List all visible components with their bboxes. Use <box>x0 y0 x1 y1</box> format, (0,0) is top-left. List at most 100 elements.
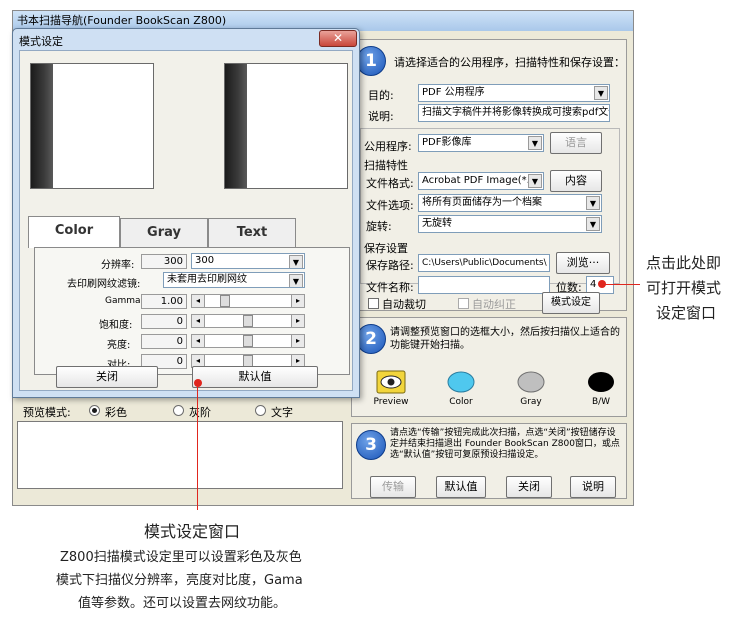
file-name-field[interactable] <box>418 276 550 294</box>
gray-icon <box>517 371 545 393</box>
chevron-left-icon[interactable]: ◂ <box>192 335 205 347</box>
callout-dot-dialog <box>194 379 202 387</box>
descreen-label: 去印刷网纹滤镜: <box>67 279 141 290</box>
language-button[interactable]: 语言 <box>550 132 602 154</box>
preview-mode-gray-label: 灰阶 <box>189 406 211 419</box>
color-tab-panel: 分辨率: 300 300 去印刷网纹滤镜: 未套用去印刷网纹 Gamma: 1.… <box>34 247 350 375</box>
preview-mode-text-label: 文字 <box>271 406 293 419</box>
gamma-value: 1.00 <box>141 294 187 309</box>
chevron-left-icon[interactable]: ◂ <box>192 315 205 327</box>
callout-right-line1: 点击此处即 <box>646 254 722 272</box>
mode-settings-dialog: 模式设定 ✕ Color Gray Text 分辨率: 300 300 去印刷网… <box>12 28 360 398</box>
step3-text: 请点选“传输”按钮完成此次扫描，点选“关闭”按钮储存设定并结束扫描退出 Foun… <box>390 428 620 460</box>
step3-section: 3 请点选“传输”按钮完成此次扫描，点选“关闭”按钮储存设定并结束扫描退出 Fo… <box>351 423 627 499</box>
gamma-slider-thumb[interactable] <box>220 295 230 307</box>
file-options-label: 文件选项: <box>366 199 414 212</box>
gamma-label: Gamma: <box>105 296 144 306</box>
help-button[interactable]: 说明 <box>570 476 616 498</box>
dialog-client-area: Color Gray Text 分辨率: 300 300 去印刷网纹滤镜: 未套… <box>19 50 353 391</box>
resolution-select[interactable]: 300 <box>191 253 305 269</box>
caption-line-1: Z800扫描模式设定里可以设置彩色及灰色 <box>60 550 302 565</box>
chevron-right-icon[interactable]: ▸ <box>291 295 304 307</box>
brightness-slider[interactable]: ◂ ▸ <box>191 334 305 348</box>
brightness-slider-thumb[interactable] <box>243 335 253 347</box>
resolution-readout: 300 <box>141 254 187 269</box>
bw-icon <box>588 372 614 392</box>
step1-heading: 请选择适合的公用程序，扫描特性和保存设置： <box>394 56 625 69</box>
bw-scan-label: B/W <box>591 397 611 407</box>
preview-mode-color-label: 彩色 <box>105 406 127 419</box>
step1-circle: 1 <box>356 46 386 76</box>
format-select[interactable]: Acrobat PDF Image(*.p <box>418 172 544 190</box>
preview-mode-color-radio[interactable] <box>89 405 100 416</box>
eye-icon <box>376 370 406 394</box>
step1-section: 1 请选择适合的公用程序，扫描特性和保存设置： 目的: PDF 公用程序 说明:… <box>351 39 627 314</box>
tab-color[interactable]: Color <box>28 216 120 248</box>
saturation-slider[interactable]: ◂ ▸ <box>191 314 305 328</box>
caption-line-2: 模式下扫描仪分辨率，亮度对比度，Gama <box>56 573 303 588</box>
callout-line-right <box>604 284 640 285</box>
dialog-title: 模式设定 <box>19 35 63 48</box>
caption-line-3: 值等参数。还可以设置去网纹功能。 <box>78 596 287 611</box>
gray-scan-button[interactable]: Gray <box>510 370 552 407</box>
tab-gray[interactable]: Gray <box>120 218 208 248</box>
preview-mode-label: 预览模式: <box>23 406 71 419</box>
saturation-value: 0 <box>141 314 187 329</box>
mode-settings-button[interactable]: 模式设定 <box>542 292 600 314</box>
browse-button[interactable]: 浏览··· <box>556 252 610 274</box>
autocorrect-label: 自动纠正 <box>472 298 516 311</box>
step2-circle: 2 <box>356 324 386 354</box>
tab-text[interactable]: Text <box>208 218 296 248</box>
file-name-label: 文件名称: <box>366 281 414 294</box>
color-icon <box>447 371 475 393</box>
preview-scan-label: Preview <box>373 397 409 407</box>
save-settings-label: 保存设置 <box>364 242 408 255</box>
format-label: 文件格式: <box>366 177 414 190</box>
chevron-right-icon[interactable]: ▸ <box>291 335 304 347</box>
purpose-select[interactable]: PDF 公用程序 <box>418 84 610 102</box>
transfer-button[interactable]: 传输 <box>370 476 416 498</box>
gamma-slider[interactable]: ◂ ▸ <box>191 294 305 308</box>
color-scan-button[interactable]: Color <box>440 370 482 407</box>
brightness-label: 亮度: <box>107 340 131 351</box>
autocorrect-checkbox[interactable] <box>458 298 469 309</box>
close-button-main[interactable]: 关闭 <box>506 476 552 498</box>
preview-thumbnail-right <box>224 63 348 189</box>
caption-title: 模式设定窗口 <box>144 522 241 541</box>
step2-text: 请调整预览窗口的选框大小，然后按扫描仪上适合的功能键开始扫描。 <box>390 327 620 351</box>
saturation-label: 饱和度: <box>99 320 133 331</box>
autocrop-checkbox[interactable] <box>368 298 379 309</box>
close-icon: ✕ <box>332 31 344 45</box>
callout-right-line3: 设定窗口 <box>656 304 717 322</box>
chevron-right-icon[interactable]: ▸ <box>291 315 304 327</box>
preview-area[interactable] <box>17 421 343 489</box>
file-options-select[interactable]: 将所有页面储存为一个档案 <box>418 194 602 212</box>
description-label: 说明: <box>368 110 394 123</box>
description-field: 扫描文字稿件并将影像转换成可搜索pdf文件 <box>418 104 610 122</box>
color-scan-label: Color <box>449 397 473 407</box>
default-button-main[interactable]: 默认值 <box>436 476 486 498</box>
app-label: 公用程序: <box>364 140 412 153</box>
save-path-label: 保存路径: <box>366 259 414 272</box>
saturation-slider-thumb[interactable] <box>243 315 253 327</box>
callout-right-line2: 可打开模式 <box>646 279 722 297</box>
dialog-close-button[interactable]: ✕ <box>319 30 357 47</box>
preview-scan-button[interactable]: Preview <box>370 370 412 407</box>
descreen-select[interactable]: 未套用去印刷网纹 <box>163 272 305 288</box>
dialog-close-action-button[interactable]: 关闭 <box>56 366 158 388</box>
bw-scan-button[interactable]: B/W <box>580 370 622 407</box>
brightness-value: 0 <box>141 334 187 349</box>
app-select[interactable]: PDF影像库 <box>418 134 544 152</box>
step3-circle: 3 <box>356 430 386 460</box>
save-path-field[interactable]: C:\Users\Public\Documents\ <box>418 254 550 272</box>
gray-scan-label: Gray <box>520 397 542 407</box>
rotate-select[interactable]: 无旋转 <box>418 215 602 233</box>
content-button[interactable]: 内容 <box>550 170 602 192</box>
resolution-label: 分辨率: <box>101 260 135 271</box>
autocrop-label: 自动裁切 <box>382 298 426 311</box>
dialog-default-button[interactable]: 默认值 <box>192 366 318 388</box>
preview-mode-gray-radio[interactable] <box>173 405 184 416</box>
preview-mode-text-radio[interactable] <box>255 405 266 416</box>
chevron-left-icon[interactable]: ◂ <box>192 295 205 307</box>
purpose-label: 目的: <box>368 89 394 102</box>
